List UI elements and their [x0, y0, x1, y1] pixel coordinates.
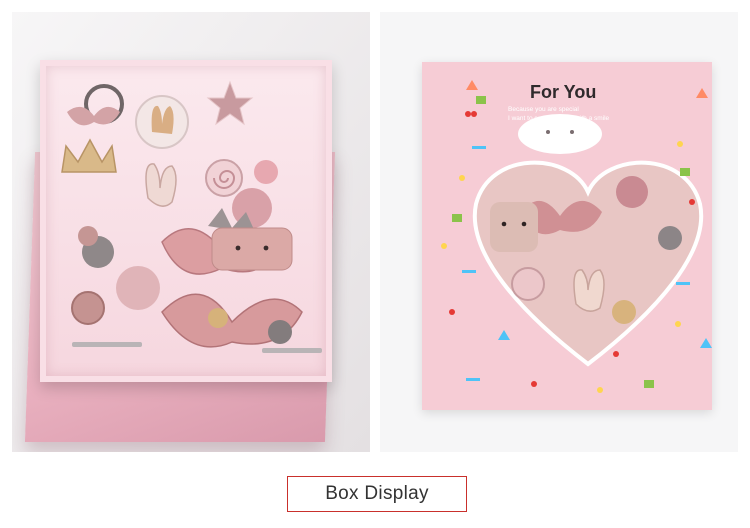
clear-badge — [135, 95, 189, 149]
confetti-carrot-3 — [700, 338, 712, 348]
photo-open-box — [12, 12, 370, 452]
heart-grey-ball — [658, 226, 682, 250]
photo-gift-box: For You Because you are special I want t… — [380, 12, 738, 452]
confetti-cherry-6 — [613, 351, 619, 357]
confetti-cherry-3 — [689, 199, 695, 205]
confetti-cherry-5 — [531, 381, 537, 387]
caption-label: Box Display — [325, 483, 429, 504]
heart-window — [472, 160, 704, 367]
confetti-dot-2 — [441, 243, 447, 249]
heart-cat-clip — [490, 202, 538, 252]
heart-lollipop — [511, 267, 545, 301]
pompom-lower — [116, 266, 160, 310]
confetti-cherry-4 — [449, 309, 455, 315]
confetti-cherry — [465, 111, 471, 117]
confetti-carrot-2 — [696, 88, 708, 98]
caption-box: Box Display — [287, 476, 467, 512]
heart-pompom — [616, 176, 648, 208]
glitter-star — [206, 80, 254, 126]
gold-crown — [61, 138, 117, 173]
confetti-dot — [459, 175, 465, 181]
gold-dot — [208, 308, 228, 328]
confetti-cherry-2 — [471, 111, 477, 117]
confetti-dot-4 — [597, 387, 603, 393]
small-bow — [67, 106, 120, 126]
heart-gold-ball — [612, 300, 636, 324]
accessories-illustration — [61, 80, 322, 353]
flower-clip — [254, 160, 278, 184]
confetti-carrot-4 — [498, 330, 510, 340]
confetti-gift-2 — [680, 168, 690, 176]
rose-clip — [71, 291, 105, 325]
confetti-dot-3 — [677, 141, 683, 147]
confetti-gift-3 — [452, 214, 462, 222]
confetti-dash-4 — [676, 282, 690, 285]
swirl-lollipop — [205, 159, 243, 197]
metal-clip — [72, 342, 142, 347]
bunny-clip — [145, 163, 177, 207]
confetti-dash-3 — [466, 378, 480, 381]
confetti-gift — [476, 96, 486, 104]
grey-ball — [268, 320, 292, 344]
confetti-dot-5 — [675, 321, 681, 327]
box-decorations — [441, 80, 712, 393]
confetti-dash — [472, 146, 486, 149]
confetti-carrot — [466, 80, 478, 90]
confetti-gift-4 — [644, 380, 654, 388]
bunny-face — [518, 114, 602, 154]
confetti-dash-2 — [462, 270, 476, 273]
metal-clip-2 — [262, 348, 322, 353]
small-flower — [78, 226, 98, 246]
